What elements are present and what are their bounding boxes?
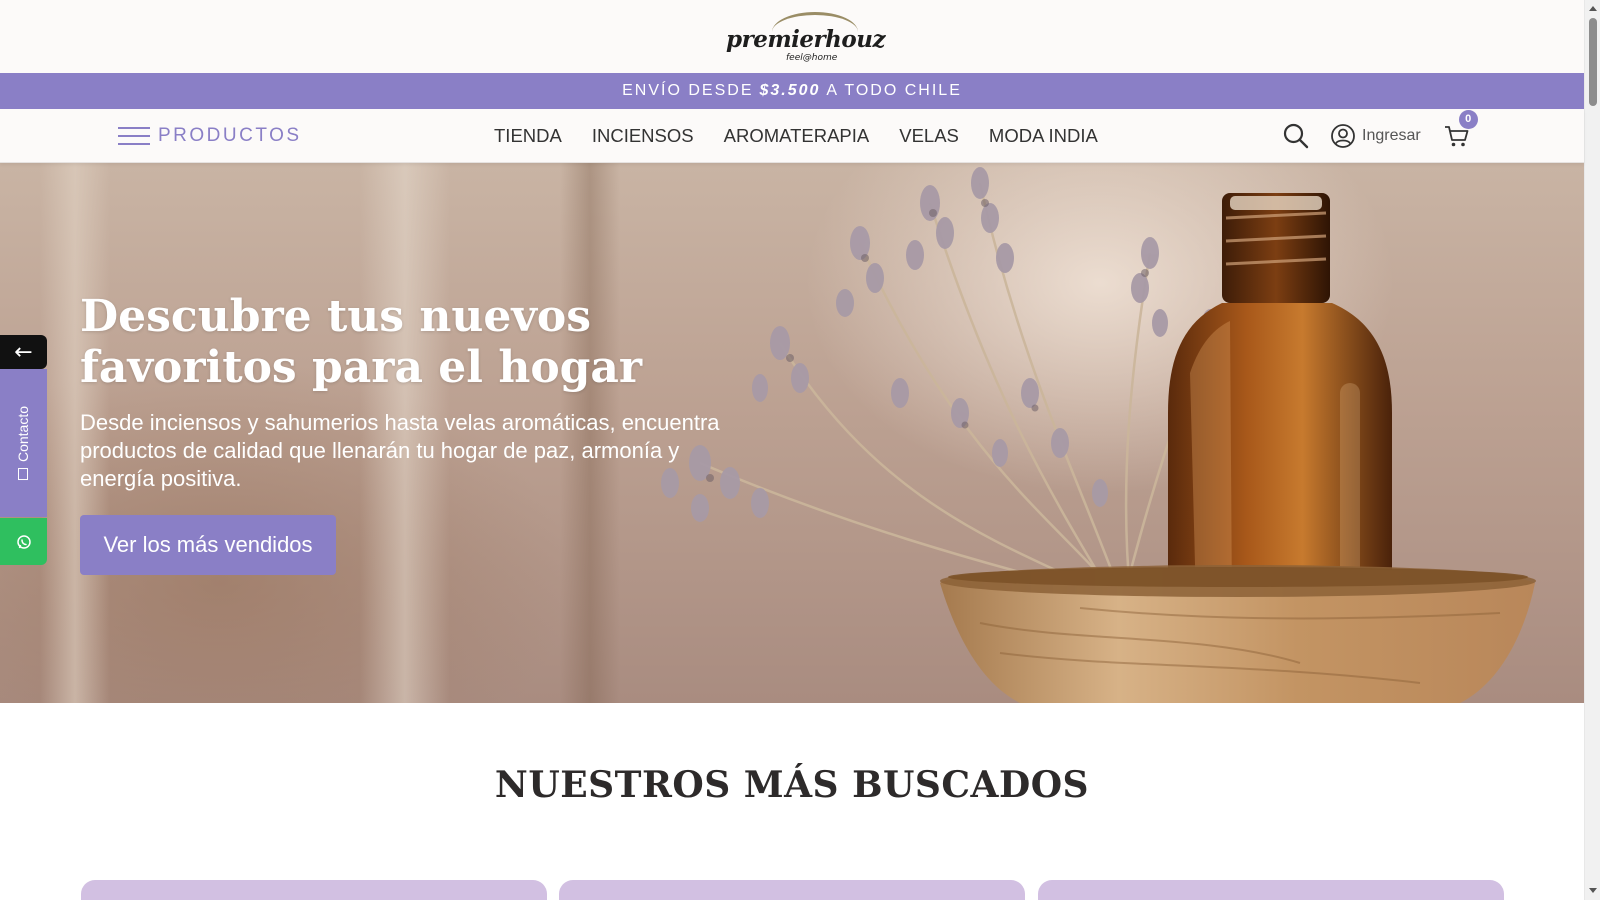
whatsapp-button[interactable]: [0, 518, 47, 565]
best-sellers-button[interactable]: Ver los más vendidos: [80, 515, 336, 575]
logo-bar: premierhouz feel@home: [0, 0, 1584, 73]
cart-button[interactable]: 0: [1443, 110, 1478, 150]
product-card[interactable]: [1038, 880, 1504, 900]
logo-tagline: feel@home: [786, 52, 838, 63]
scroll-down-arrow-icon[interactable]: [1589, 888, 1597, 893]
promo-suffix: A TODO CHILE: [826, 82, 962, 99]
nav-link-inciensos[interactable]: INCIENSOS: [592, 125, 694, 147]
hero-description: Desde inciensos y sahumerios hasta velas…: [80, 410, 720, 491]
promo-prefix: ENVÍO DESDE: [622, 82, 754, 99]
product-card[interactable]: [81, 880, 547, 900]
hamburger-menu-icon: [118, 125, 150, 147]
hero-title: Descubre tus nuevos favoritos para el ho…: [80, 291, 643, 393]
main-navigation-bar: PRODUCTOS TIENDA INCIENSOS AROMATERAPIA …: [0, 109, 1584, 163]
scrollbar-thumb[interactable]: [1589, 18, 1597, 106]
products-menu-label: PRODUCTOS: [158, 125, 302, 146]
section-title: NUESTROS MÁS BUSCADOS: [494, 764, 1090, 806]
nav-link-velas[interactable]: VELAS: [899, 125, 959, 147]
shipping-promo-bar: ENVÍO DESDE $3.500 A TODO CHILE: [0, 73, 1584, 109]
page-scrollbar[interactable]: [1584, 0, 1600, 900]
side-widget-toggle[interactable]: ←: [0, 335, 47, 369]
hero-banner: Descubre tus nuevos favoritos para el ho…: [0, 163, 1584, 703]
contact-tab-content: Contacto: [15, 405, 31, 481]
nav-actions: Ingresar 0: [1282, 109, 1478, 163]
nav-link-tienda[interactable]: TIENDA: [494, 125, 562, 147]
login-button[interactable]: Ingresar: [1330, 123, 1421, 149]
nav-link-moda-india[interactable]: MODA INDIA: [989, 125, 1098, 147]
promo-amount: $3.500: [759, 82, 821, 99]
whatsapp-icon: [16, 534, 31, 549]
scroll-up-arrow-icon[interactable]: [1589, 6, 1597, 11]
products-menu-button[interactable]: PRODUCTOS: [118, 121, 302, 151]
product-card[interactable]: [559, 880, 1025, 900]
primary-nav-links: TIENDA INCIENSOS AROMATERAPIA VELAS MODA…: [494, 109, 1098, 163]
logo-wordmark: premierhouz: [726, 25, 886, 53]
user-circle-icon: [1331, 124, 1355, 148]
login-label: Ingresar: [1362, 127, 1421, 144]
arrow-left-icon: ←: [14, 339, 33, 365]
contact-tab[interactable]: Contacto: [0, 369, 47, 517]
cart-count-badge: 0: [1458, 110, 1478, 129]
site-logo[interactable]: premierhouz feel@home: [722, 10, 886, 64]
nav-link-aromaterapia[interactable]: AROMATERAPIA: [724, 125, 870, 147]
search-icon[interactable]: [1282, 122, 1310, 150]
mail-icon: [18, 468, 28, 481]
contact-label: Contacto: [15, 405, 31, 463]
